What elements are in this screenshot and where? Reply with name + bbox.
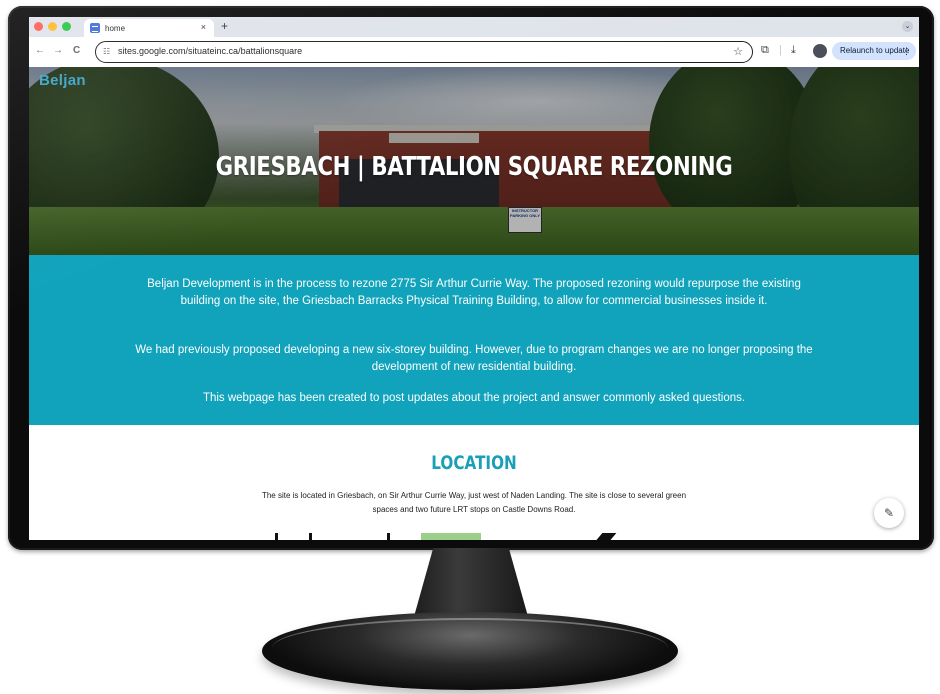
profile-avatar[interactable] [813, 44, 827, 58]
window-controls [34, 22, 71, 31]
more-menu-icon[interactable]: ⋮ [902, 42, 911, 60]
reload-button[interactable]: C [73, 45, 80, 56]
browser-screen: home × + ⌄ ← → C ☷ sites.google.com/situ… [29, 17, 919, 540]
browser-toolbar: ← → C ☷ sites.google.com/situateinc.ca/b… [29, 37, 919, 68]
back-button[interactable]: ← [35, 45, 45, 56]
bookmark-star-icon[interactable]: ☆ [733, 45, 743, 58]
maximize-window-button[interactable] [62, 22, 71, 31]
sites-favicon-icon [90, 23, 100, 33]
tab-title: home [105, 23, 126, 33]
location-map[interactable] [269, 533, 659, 540]
relaunch-to-update-button[interactable]: Relaunch to update ⋮ [832, 42, 916, 60]
location-section: LOCATION The site is located in Griesbac… [29, 425, 919, 540]
map-green-space [421, 533, 481, 540]
minimize-window-button[interactable] [48, 22, 57, 31]
site-info-icon[interactable]: ☷ [103, 47, 110, 56]
tab-search-icon[interactable]: ⌄ [902, 21, 913, 32]
map-road [595, 533, 617, 540]
intro-paragraph-2: We had previously proposed developing a … [135, 344, 813, 373]
new-tab-button[interactable]: + [221, 19, 228, 33]
tab-close-icon[interactable]: × [201, 22, 206, 32]
page-title: GRIESBACH | BATTALION SQUARE REZONING [215, 152, 733, 182]
close-window-button[interactable] [34, 22, 43, 31]
site-logo[interactable]: Beljan [39, 72, 86, 89]
location-description: The site is located in Griesbach, on Sir… [261, 491, 687, 514]
intro-paragraph-3: This webpage has been created to post up… [202, 392, 746, 404]
intro-paragraph-1: Beljan Development is in the process to … [147, 278, 801, 307]
tab-bar: home × + ⌄ [29, 17, 919, 37]
hero-banner: INSTRUCTOR PARKING ONLY Beljan GRIESBACH… [29, 67, 919, 255]
tab-home[interactable]: home × [84, 19, 214, 37]
map-road [275, 533, 278, 540]
address-bar[interactable]: ☷ sites.google.com/situateinc.ca/battali… [95, 41, 753, 63]
location-heading: LOCATION [431, 452, 517, 474]
toolbar-divider: | [779, 44, 782, 56]
relaunch-label: Relaunch to update [840, 46, 910, 55]
map-road [309, 533, 312, 540]
url-text[interactable]: sites.google.com/situateinc.ca/battalion… [118, 46, 302, 56]
edit-pencil-button[interactable]: ✎ [874, 498, 904, 528]
extensions-icon[interactable]: ⧉ [761, 44, 769, 57]
intro-section: Beljan Development is in the process to … [29, 255, 919, 425]
map-road [387, 533, 390, 540]
monitor-stand-rim [272, 618, 668, 678]
download-icon[interactable]: ⤓ [791, 44, 796, 57]
forward-button[interactable]: → [53, 45, 63, 56]
